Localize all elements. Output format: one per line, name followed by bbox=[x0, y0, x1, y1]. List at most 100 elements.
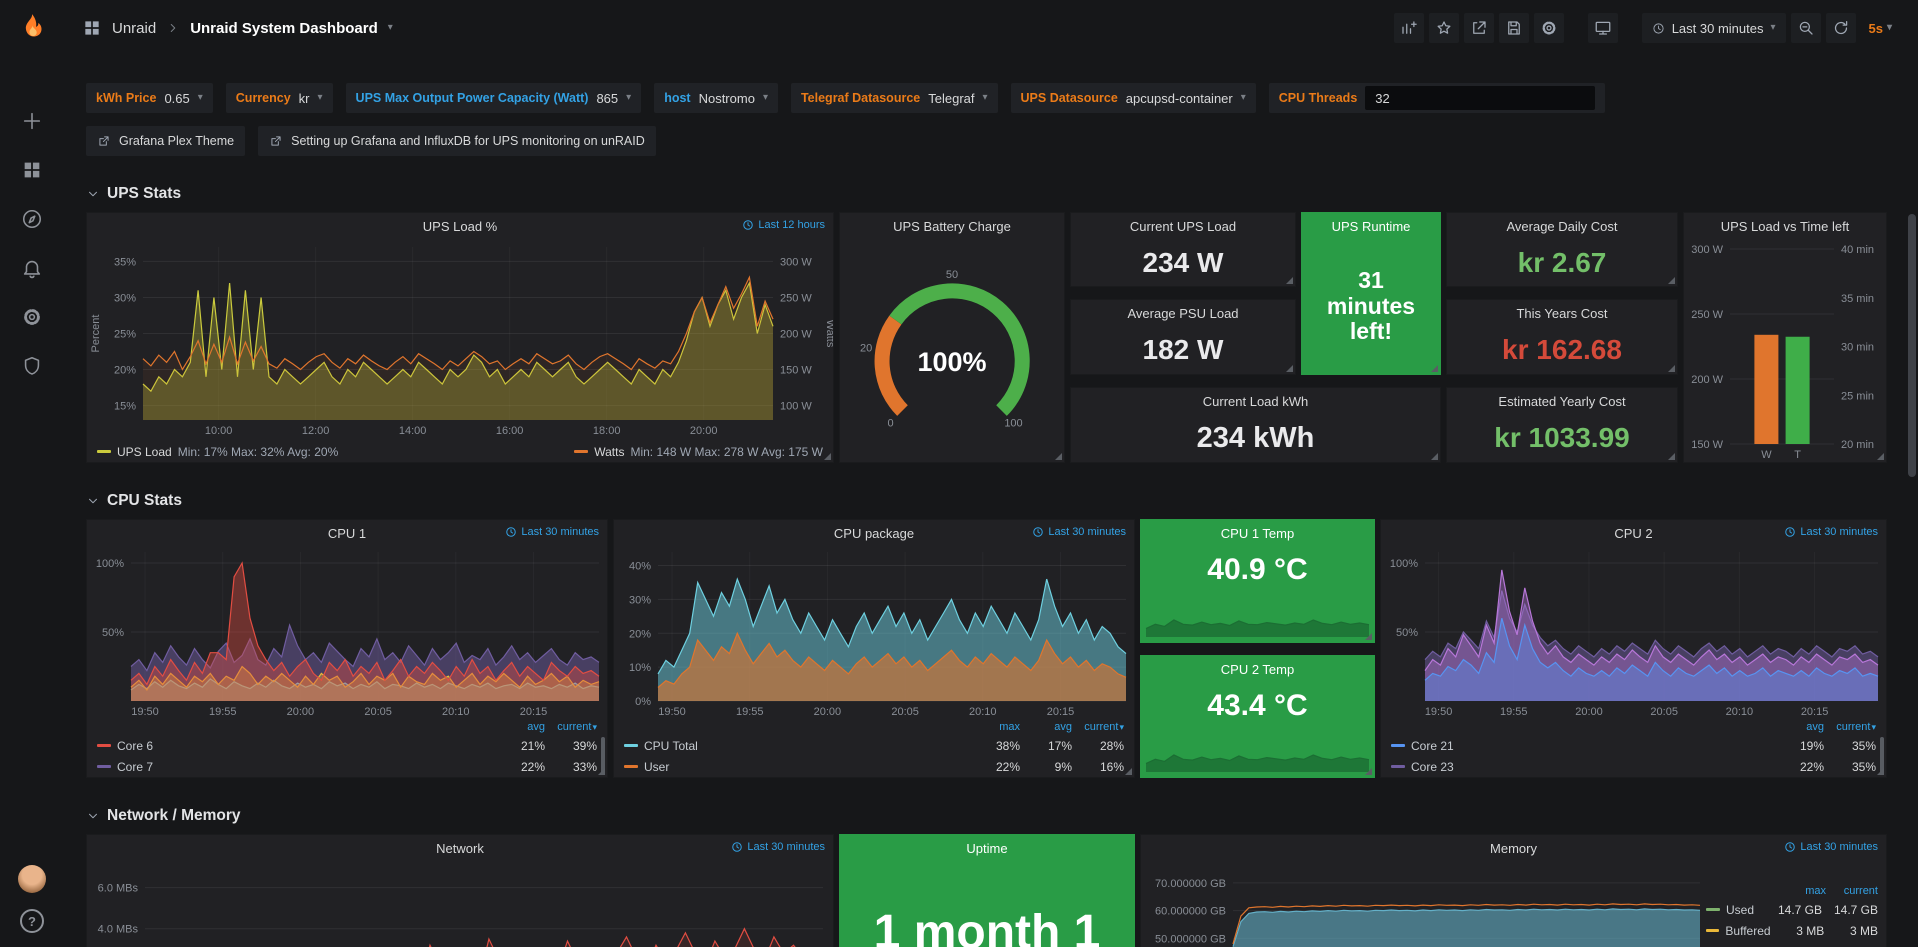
panel-title[interactable]: Average PSU Load bbox=[1127, 306, 1238, 321]
sidebar-item-create[interactable] bbox=[21, 110, 43, 132]
panel-resize-handle[interactable] bbox=[1286, 277, 1293, 284]
dashboard-settings-button[interactable] bbox=[1534, 13, 1564, 43]
variable-cpu-threads[interactable]: CPU Threads 32 bbox=[1269, 83, 1606, 113]
legend-row[interactable]: Core 6 21% 39% bbox=[97, 735, 597, 756]
panel-resize-handle[interactable] bbox=[1431, 365, 1438, 372]
panel-title[interactable]: Memory bbox=[1490, 841, 1537, 856]
panel-title[interactable]: CPU 2 bbox=[1614, 526, 1652, 541]
panel-title[interactable]: Average Daily Cost bbox=[1506, 219, 1617, 234]
panel-resize-handle[interactable] bbox=[1668, 277, 1675, 284]
legend-row[interactable]: Used 14.7 GB 14.7 GB bbox=[1706, 899, 1878, 920]
variable-host[interactable]: host Nostromo ▾ bbox=[654, 83, 778, 113]
sidebar-item-server-admin[interactable] bbox=[21, 355, 43, 377]
panel-resize-handle[interactable] bbox=[1125, 768, 1132, 775]
section-ups-stats[interactable]: UPS Stats bbox=[86, 185, 1918, 203]
help-button[interactable]: ? bbox=[20, 909, 44, 933]
link-ups-monitoring-guide[interactable]: Setting up Grafana and InfluxDB for UPS … bbox=[258, 126, 656, 156]
panel-title[interactable]: CPU 1 Temp bbox=[1221, 526, 1294, 541]
panel-time-range[interactable]: Last 30 minutes bbox=[505, 526, 599, 538]
panel-time-range[interactable]: Last 30 minutes bbox=[731, 841, 825, 853]
page-scrollbar[interactable] bbox=[1908, 214, 1916, 477]
add-panel-button[interactable] bbox=[1394, 13, 1424, 43]
cpu1-chart[interactable]: 50%100%19:5019:5520:0020:0520:1020:15 bbox=[87, 546, 607, 719]
legend-col-current[interactable]: current bbox=[1826, 885, 1878, 897]
legend-col-current[interactable]: current bbox=[545, 721, 597, 733]
section-network-memory[interactable]: Network / Memory bbox=[86, 807, 1918, 825]
panel-title[interactable]: This Years Cost bbox=[1516, 306, 1607, 321]
legend-col-avg[interactable]: avg bbox=[1020, 721, 1072, 733]
panel-resize-handle[interactable] bbox=[1365, 633, 1372, 640]
ups-load-chart[interactable]: 15%20%25%30%35%100 W150 W200 W250 W300 W… bbox=[87, 239, 833, 438]
grafana-logo[interactable] bbox=[15, 12, 49, 46]
legend-col-max[interactable]: max bbox=[968, 721, 1020, 733]
panel-title[interactable]: Estimated Yearly Cost bbox=[1498, 394, 1625, 409]
refresh-button[interactable] bbox=[1826, 13, 1856, 43]
variable-ups-datasource[interactable]: UPS Datasource apcupsd-container ▾ bbox=[1011, 83, 1256, 113]
variable-ups-max-output[interactable]: UPS Max Output Power Capacity (Watt) 865… bbox=[346, 83, 642, 113]
legend-row[interactable]: CPU Total 38% 17% 28% bbox=[624, 735, 1124, 756]
legend-row[interactable]: Core 7 22% 33% bbox=[97, 756, 597, 777]
panel-title[interactable]: Current Load kWh bbox=[1203, 394, 1309, 409]
panel-title[interactable]: Current UPS Load bbox=[1130, 219, 1236, 234]
sidebar-item-alerting[interactable] bbox=[21, 257, 43, 279]
panel-title[interactable]: CPU 2 Temp bbox=[1221, 662, 1294, 677]
cycle-view-button[interactable] bbox=[1588, 13, 1618, 43]
user-avatar[interactable] bbox=[18, 865, 46, 893]
panel-resize-handle[interactable] bbox=[598, 768, 605, 775]
dashboard-dropdown-caret[interactable]: ▾ bbox=[388, 23, 393, 33]
battery-gauge[interactable]: 02050100100% bbox=[840, 239, 1064, 461]
panel-title[interactable]: UPS Runtime bbox=[1332, 219, 1411, 234]
refresh-interval-select[interactable]: 5s ▾ bbox=[1861, 15, 1901, 42]
ups-bar-chart[interactable]: 150 W200 W250 W300 W20 min25 min30 min35… bbox=[1684, 239, 1886, 462]
panel-resize-handle[interactable] bbox=[824, 453, 831, 460]
share-button[interactable] bbox=[1464, 13, 1494, 43]
legend-item[interactable]: Watts Min: 148 W Max: 278 W Avg: 175 W bbox=[574, 441, 823, 462]
legend-row[interactable]: Buffered 3 MB 3 MB bbox=[1706, 920, 1878, 941]
variable-telegraf-datasource[interactable]: Telegraf Datasource Telegraf ▾ bbox=[791, 83, 998, 113]
panel-time-range[interactable]: Last 30 minutes bbox=[1784, 841, 1878, 853]
panel-title[interactable]: UPS Load % bbox=[423, 219, 497, 234]
legend-col-max[interactable]: max bbox=[1774, 885, 1826, 897]
panel-title[interactable]: CPU 1 bbox=[328, 526, 366, 541]
panel-title[interactable]: Uptime bbox=[966, 841, 1007, 856]
apps-grid-icon[interactable] bbox=[82, 18, 102, 38]
legend-col-current[interactable]: current bbox=[1824, 721, 1876, 733]
panel-resize-handle[interactable] bbox=[1668, 365, 1675, 372]
legend-row[interactable]: Core 21 19% 35% bbox=[1391, 735, 1876, 756]
cpu-threads-input[interactable]: 32 bbox=[1365, 86, 1595, 110]
save-button[interactable] bbox=[1499, 13, 1529, 43]
sidebar-item-explore[interactable] bbox=[21, 208, 43, 230]
time-range-picker[interactable]: Last 30 minutes ▾ bbox=[1642, 13, 1786, 43]
link-grafana-plex-theme[interactable]: Grafana Plex Theme bbox=[86, 126, 245, 156]
panel-resize-handle[interactable] bbox=[1668, 453, 1675, 460]
panel-resize-handle[interactable] bbox=[1431, 453, 1438, 460]
dashboard-title[interactable]: Unraid System Dashboard bbox=[190, 20, 378, 37]
breadcrumb-org[interactable]: Unraid bbox=[112, 20, 156, 37]
panel-title[interactable]: UPS Battery Charge bbox=[893, 219, 1011, 234]
panel-title[interactable]: CPU package bbox=[834, 526, 914, 541]
panel-time-range[interactable]: Last 12 hours bbox=[742, 219, 825, 231]
panel-resize-handle[interactable] bbox=[1877, 453, 1884, 460]
panel-resize-handle[interactable] bbox=[1055, 453, 1062, 460]
panel-resize-handle[interactable] bbox=[1877, 768, 1884, 775]
legend-col-current[interactable]: current bbox=[1072, 721, 1124, 733]
sidebar-item-configuration[interactable] bbox=[21, 306, 43, 328]
legend-item[interactable]: UPS Load Min: 17% Max: 32% Avg: 20% bbox=[97, 441, 338, 462]
cpu-package-chart[interactable]: 0%10%20%30%40%19:5019:5520:0020:0520:102… bbox=[614, 546, 1134, 719]
memory-chart[interactable]: 50.000000 GB60.000000 GB70.000000 GB bbox=[1141, 861, 1706, 947]
section-cpu-stats[interactable]: CPU Stats bbox=[86, 492, 1918, 510]
panel-title[interactable]: UPS Load vs Time left bbox=[1721, 219, 1850, 234]
legend-col-avg[interactable]: avg bbox=[1772, 721, 1824, 733]
variable-kwh-price[interactable]: kWh Price 0.65 ▾ bbox=[86, 83, 213, 113]
legend-row[interactable]: User 22% 9% 16% bbox=[624, 756, 1124, 777]
panel-title[interactable]: Network bbox=[436, 841, 484, 856]
star-button[interactable] bbox=[1429, 13, 1459, 43]
legend-row[interactable]: Core 23 22% 35% bbox=[1391, 756, 1876, 777]
sidebar-item-dashboards[interactable] bbox=[21, 159, 43, 181]
legend-col-avg[interactable]: avg bbox=[493, 721, 545, 733]
cpu2-chart[interactable]: 50%100%19:5019:5520:0020:0520:1020:15 bbox=[1381, 546, 1886, 719]
panel-time-range[interactable]: Last 30 minutes bbox=[1784, 526, 1878, 538]
panel-resize-handle[interactable] bbox=[1286, 365, 1293, 372]
panel-resize-handle[interactable] bbox=[1365, 768, 1372, 775]
zoom-out-button[interactable] bbox=[1791, 13, 1821, 43]
